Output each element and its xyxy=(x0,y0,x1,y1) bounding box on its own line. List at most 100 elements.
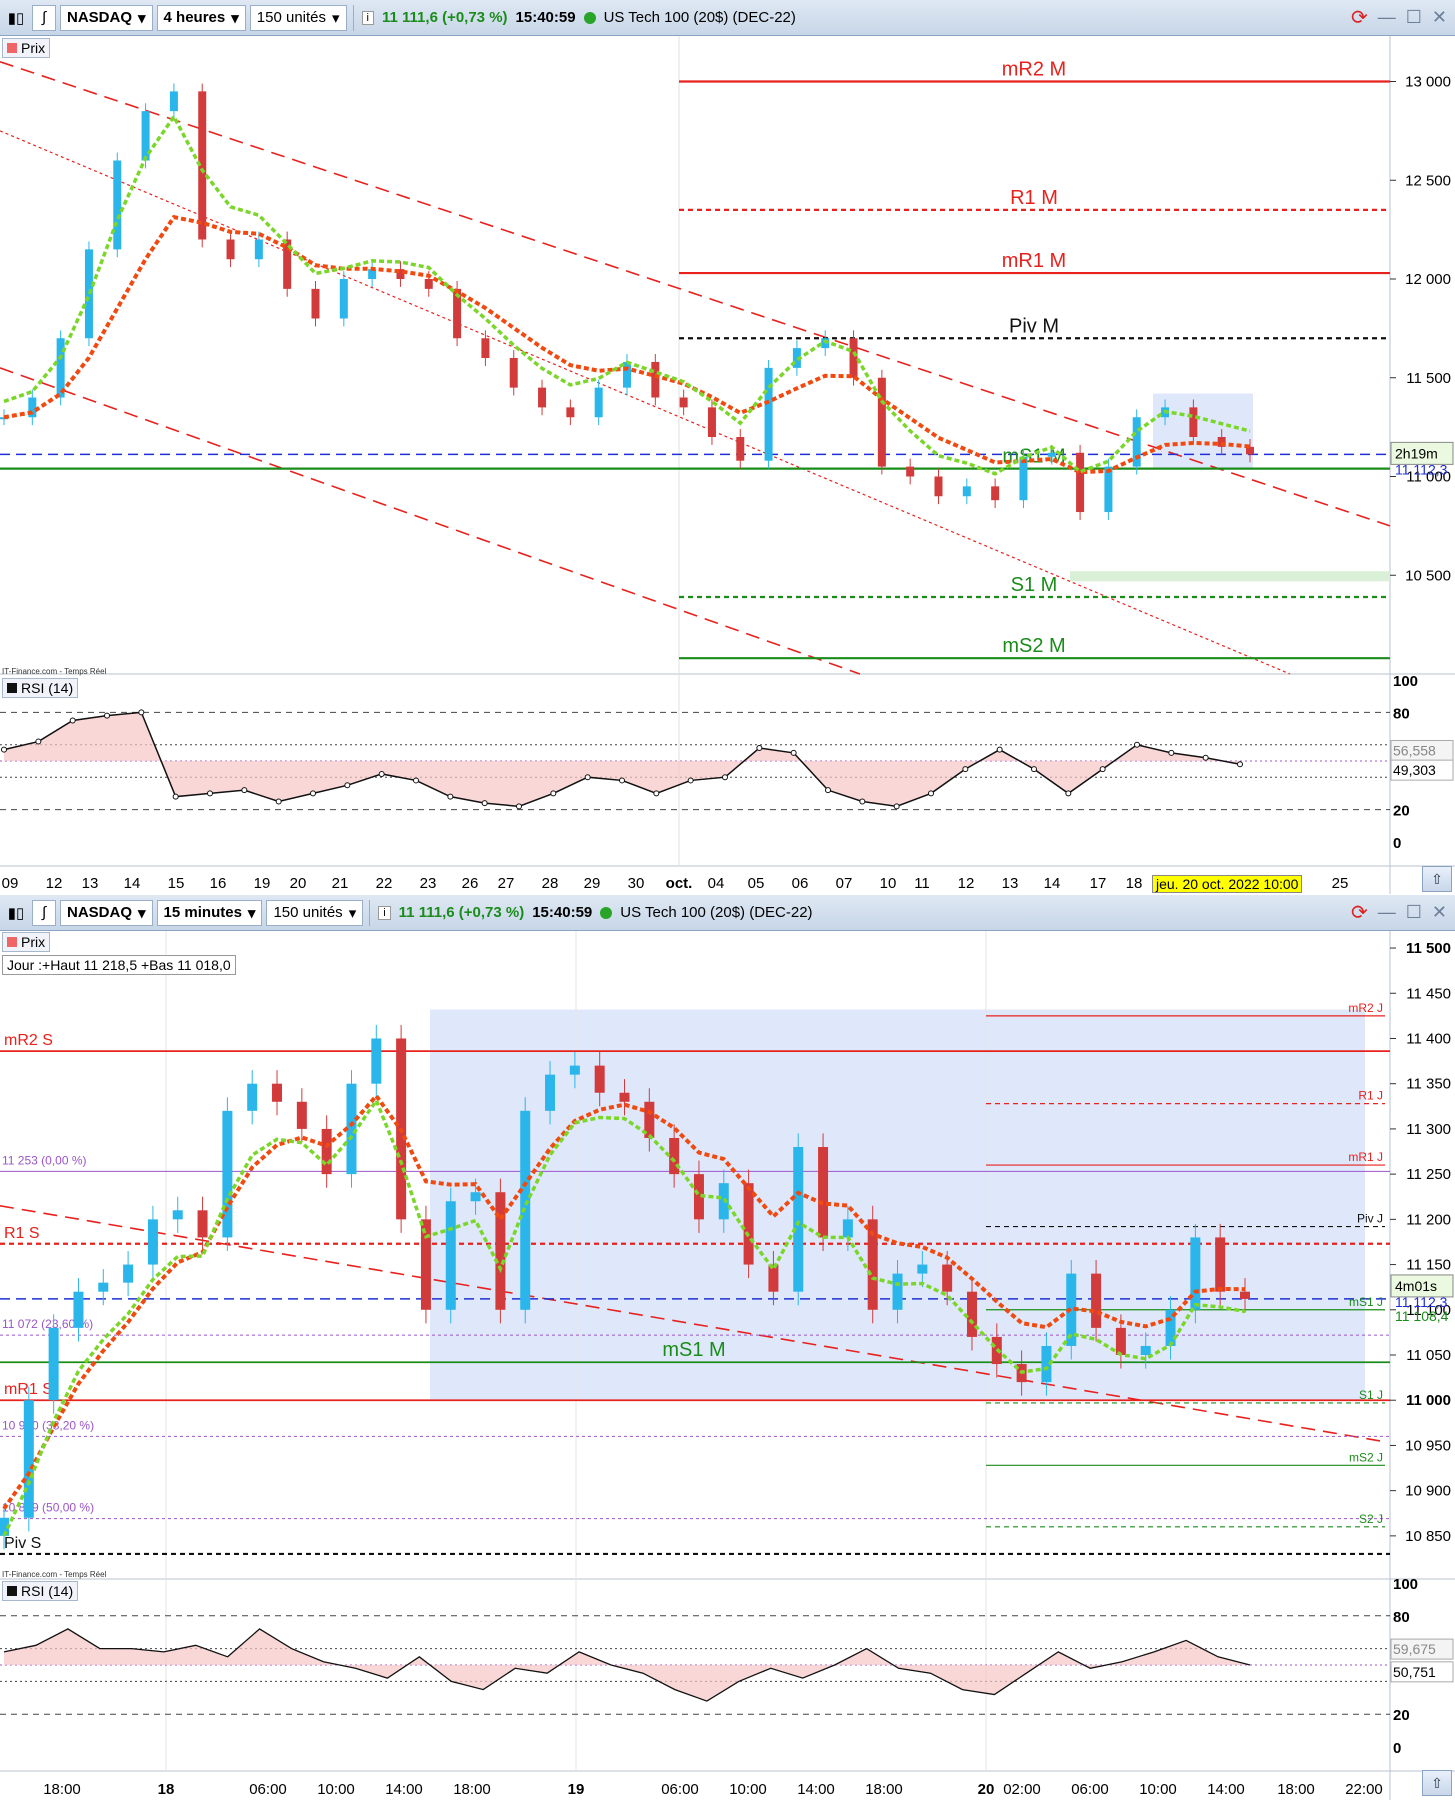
x-tick-label: 28 xyxy=(542,875,559,892)
candle-body xyxy=(768,1264,779,1292)
indicator-icon[interactable]: ∫ xyxy=(32,899,56,926)
rsi-point xyxy=(138,709,145,716)
rsi-point xyxy=(344,782,351,789)
candle-body xyxy=(538,387,547,408)
info-icon[interactable]: i xyxy=(378,905,391,920)
period-selector[interactable]: 4 heures ▾ xyxy=(156,4,246,31)
rsi-tick-label: 80 xyxy=(1393,1609,1410,1626)
toolbar-top: ▮▯ ∫ NASDAQ ▾ 4 heures ▾ 150 unités ▾ i 11 … xyxy=(0,0,1455,36)
maximize-icon[interactable]: ☐ xyxy=(1406,902,1422,923)
units-selector[interactable]: 150 unités ▾ xyxy=(266,899,364,926)
refresh-icon[interactable]: ⟳ xyxy=(1351,900,1368,925)
candlestick-chart-icon[interactable]: ▮▯ xyxy=(4,5,28,31)
candle-body xyxy=(818,1147,829,1238)
x-tick-label: 06 xyxy=(792,875,809,892)
quote-info: i 11 111,6 (+0,73 %) 15:40:59 US Tech 10… xyxy=(361,9,796,26)
bottom-price-chart[interactable]: mR2 SR1 SmR1 SPiv SmS1 M11 253 (0,00 %)1… xyxy=(0,931,1455,1800)
x-tick-label: 20 xyxy=(290,875,307,892)
rsi-point xyxy=(859,798,866,805)
candle-body xyxy=(424,279,433,289)
candle-body xyxy=(707,407,716,437)
x-tick-label: 02:00 xyxy=(1003,1781,1041,1798)
rsi-point xyxy=(893,803,900,810)
rsi-tick-label: 100 xyxy=(1393,1576,1418,1593)
indicator-icon[interactable]: ∫ xyxy=(32,4,56,31)
candle-body xyxy=(594,1065,605,1093)
rsi-point xyxy=(653,790,660,797)
rsi-value-label: 49,303 xyxy=(1393,762,1436,778)
x-tick-label: 09 xyxy=(2,875,19,892)
candle-body xyxy=(906,466,915,477)
refresh-icon[interactable]: ⟳ xyxy=(1351,5,1368,30)
daily-level-label: S1 J xyxy=(1359,1388,1383,1402)
rsi-point xyxy=(825,787,831,794)
y-tick-label: 11 500 xyxy=(1406,940,1451,957)
minimize-icon[interactable]: — xyxy=(1378,902,1396,923)
candle-body xyxy=(509,358,518,388)
symbol-selector[interactable]: NASDAQ ▾ xyxy=(60,4,153,31)
units-selector[interactable]: 150 unités ▾ xyxy=(249,4,347,31)
x-tick-label: 18:00 xyxy=(453,1781,491,1798)
symbol-selector[interactable]: NASDAQ ▾ xyxy=(60,899,153,926)
rsi-tick-label: 100 xyxy=(1393,673,1418,690)
candle-body xyxy=(1189,407,1198,437)
info-icon[interactable]: i xyxy=(361,10,374,25)
candle-body xyxy=(569,1065,580,1075)
daily-level-label: mS2 J xyxy=(1349,1450,1383,1464)
x-tick-label: 20 xyxy=(978,1781,995,1798)
pivot-level-label: Piv S xyxy=(4,1535,41,1552)
chevron-down-icon: ▾ xyxy=(247,904,256,922)
x-tick-label: 12 xyxy=(958,875,975,892)
period-selector[interactable]: 15 minutes ▾ xyxy=(156,899,263,926)
close-icon[interactable]: ✕ xyxy=(1432,902,1447,923)
candle-body xyxy=(736,437,745,461)
top-price-chart[interactable]: mR2 M R1 M mR1 M Piv M mS1 M S1 M mS2 M 13 000 1… xyxy=(0,36,1455,894)
candle-body xyxy=(1115,1327,1126,1355)
y-tick-label: 11 200 xyxy=(1406,1211,1451,1228)
candle-body xyxy=(420,1219,431,1310)
x-tick-label: 22 xyxy=(376,875,393,892)
x-tick-label: 10 xyxy=(880,875,897,892)
support-zone xyxy=(1070,571,1390,582)
candle-body xyxy=(172,1210,183,1220)
rsi-value-label: 56,558 xyxy=(1393,742,1436,758)
y-tick-label: 10 850 xyxy=(1405,1528,1451,1545)
rsi-point xyxy=(275,798,282,805)
candle-body xyxy=(1140,1345,1151,1355)
top-credit: IT-Finance.com - Temps Réel xyxy=(2,667,107,676)
bottom-price-tag: Prix xyxy=(2,932,51,952)
y-tick-label: 11 350 xyxy=(1406,1076,1451,1093)
candlestick-chart-icon[interactable]: ▮▯ xyxy=(4,900,28,926)
candle-body xyxy=(942,1264,953,1292)
y-tick-label: 10 500 xyxy=(1405,567,1451,584)
pivot-level-label: mS1 M xyxy=(1002,446,1065,468)
top-scroll-button[interactable]: ⇧ xyxy=(1422,866,1452,892)
candle-body xyxy=(272,1083,283,1102)
status-dot-icon xyxy=(583,11,596,24)
candle-body xyxy=(877,377,886,467)
minimize-icon[interactable]: — xyxy=(1378,7,1396,28)
bottom-rsi-tag: RSI (14) xyxy=(2,1581,79,1601)
rsi-point xyxy=(1031,766,1037,773)
bottom-scroll-button[interactable]: ⇧ xyxy=(1422,1770,1452,1796)
candle-body xyxy=(566,407,575,418)
candle-body xyxy=(226,239,235,260)
rsi-tick-label: 20 xyxy=(1393,1707,1410,1724)
close-icon[interactable]: ✕ xyxy=(1432,7,1447,28)
pivot-level-label: mR2 M xyxy=(1002,59,1066,81)
rsi-point xyxy=(481,800,488,807)
rsi-point xyxy=(207,790,213,797)
range-highlight xyxy=(1153,393,1253,469)
candle-body xyxy=(842,1219,853,1238)
candle-body xyxy=(962,486,971,497)
candle-body xyxy=(84,249,93,339)
candle-body xyxy=(113,160,122,250)
x-tick-label: 05 xyxy=(748,875,765,892)
daily-level-label: S2 J xyxy=(1359,1512,1383,1526)
rsi-point xyxy=(1099,766,1106,773)
x-tick-label: 14:00 xyxy=(385,1781,423,1798)
y-tick-label: 11 500 xyxy=(1406,370,1451,387)
x-tick-label: 26 xyxy=(462,875,479,892)
maximize-icon[interactable]: ☐ xyxy=(1406,7,1422,28)
y-tick-label: 10 950 xyxy=(1405,1437,1451,1454)
